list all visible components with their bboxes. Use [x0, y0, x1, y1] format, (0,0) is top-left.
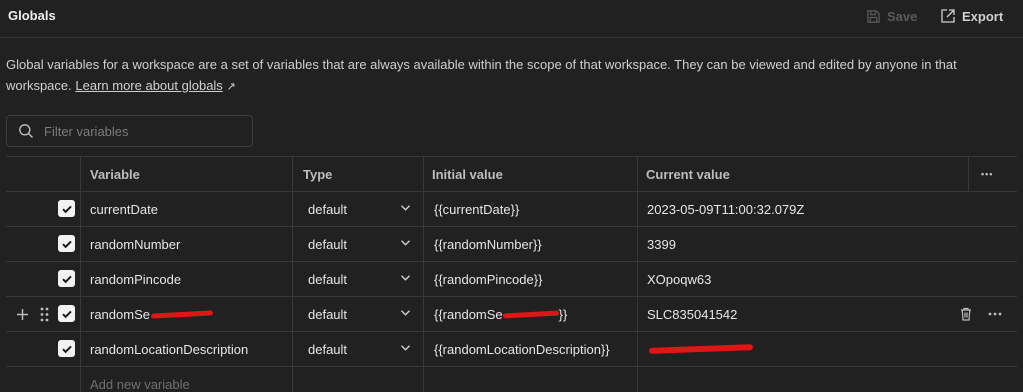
chevron-down-icon[interactable] — [400, 274, 411, 282]
row-enabled-checkbox[interactable] — [58, 270, 75, 287]
column-header-variable: Variable — [90, 166, 140, 182]
row-enabled-checkbox[interactable] — [58, 340, 75, 357]
variable-name-text: randomSe — [90, 306, 150, 322]
initial-value[interactable]: {{currentDate}} — [434, 192, 519, 226]
table-row: randomPincode default {{randomPincode}} … — [6, 261, 1017, 296]
current-value[interactable]: SLC835041542 — [647, 297, 737, 331]
chevron-down-icon[interactable] — [400, 309, 411, 317]
header-bar: Globals Save Export — [0, 0, 1023, 38]
current-value[interactable]: 3399 — [647, 227, 676, 261]
variable-name[interactable]: randomLocationDescription — [90, 332, 248, 366]
redaction-mark — [150, 309, 214, 319]
current-value[interactable]: 2023-05-09T11:00:32.079Z — [647, 192, 804, 226]
export-button-label: Export — [962, 8, 1004, 24]
redaction-mark — [648, 344, 754, 354]
variable-name[interactable]: randomSe — [90, 297, 214, 331]
row-enabled-checkbox[interactable] — [58, 200, 75, 217]
learn-more-link[interactable]: Learn more about globals — [75, 78, 222, 93]
initial-value-text: {{randomSe — [434, 306, 503, 322]
table-row: currentDate default {{currentDate}} 2023… — [6, 191, 1017, 226]
table-row: randomSe default {{randomSe }} SLC835041… — [6, 296, 1017, 331]
column-options-button[interactable]: ••• — [981, 157, 993, 191]
variable-name[interactable]: randomPincode — [90, 262, 181, 296]
variable-name[interactable]: currentDate — [90, 192, 158, 226]
search-icon — [18, 123, 34, 139]
save-icon — [867, 9, 880, 23]
chevron-down-icon[interactable] — [400, 239, 411, 247]
redaction-mark — [502, 310, 559, 318]
variable-name[interactable]: randomNumber — [90, 227, 180, 261]
add-new-variable-input[interactable]: Add new variable — [90, 367, 190, 392]
checkbox-checked-icon — [61, 345, 72, 353]
external-link-icon: ↗ — [226, 81, 236, 93]
checkbox-checked-icon — [61, 205, 72, 213]
column-header-current-value: Current value — [646, 166, 730, 182]
chevron-down-icon[interactable] — [400, 204, 411, 212]
initial-value[interactable]: {{randomLocationDescription}} — [434, 332, 610, 366]
type-select[interactable]: default — [308, 332, 347, 366]
initial-value[interactable]: {{randomNumber}} — [434, 227, 542, 261]
add-variable-row: Add new variable — [6, 366, 1017, 392]
type-select[interactable]: default — [308, 227, 347, 261]
column-divider — [968, 157, 969, 191]
current-value[interactable]: XOpoqw63 — [647, 262, 711, 296]
filter-box — [6, 115, 253, 147]
save-button[interactable]: Save — [866, 6, 917, 26]
filter-variables-input[interactable] — [44, 123, 234, 139]
column-header-initial-value: Initial value — [432, 166, 503, 182]
table-header-row: Variable Type Initial value Current valu… — [6, 156, 1017, 191]
column-header-type: Type — [303, 166, 333, 182]
type-select[interactable]: default — [308, 297, 347, 331]
type-select[interactable]: default — [308, 192, 347, 226]
export-icon — [941, 9, 955, 23]
initial-value[interactable]: {{randomSe }} — [434, 297, 567, 331]
export-button[interactable]: Export — [940, 6, 1003, 26]
globals-description: Global variables for a workspace are a s… — [6, 54, 1006, 98]
plus-icon[interactable] — [16, 308, 29, 321]
row-enabled-checkbox[interactable] — [58, 235, 75, 252]
chevron-down-icon[interactable] — [400, 344, 411, 352]
table-row: randomNumber default {{randomNumber}} 33… — [6, 226, 1017, 261]
current-value[interactable] — [647, 332, 754, 366]
save-button-label: Save — [887, 8, 918, 24]
initial-value[interactable]: {{randomPincode}} — [434, 262, 542, 296]
initial-value-suffix: }} — [558, 306, 568, 322]
checkbox-checked-icon — [61, 310, 72, 318]
checkbox-checked-icon — [61, 240, 72, 248]
trash-icon[interactable] — [960, 307, 972, 321]
more-horizontal-icon[interactable] — [988, 312, 1002, 316]
type-select[interactable]: default — [308, 262, 347, 296]
drag-handle-icon[interactable] — [40, 307, 49, 322]
page-title: Globals — [8, 8, 56, 23]
row-enabled-checkbox[interactable] — [58, 305, 75, 322]
checkbox-checked-icon — [61, 275, 72, 283]
variables-table: Variable Type Initial value Current valu… — [6, 156, 1017, 392]
table-row: randomLocationDescription default {{rand… — [6, 331, 1017, 366]
